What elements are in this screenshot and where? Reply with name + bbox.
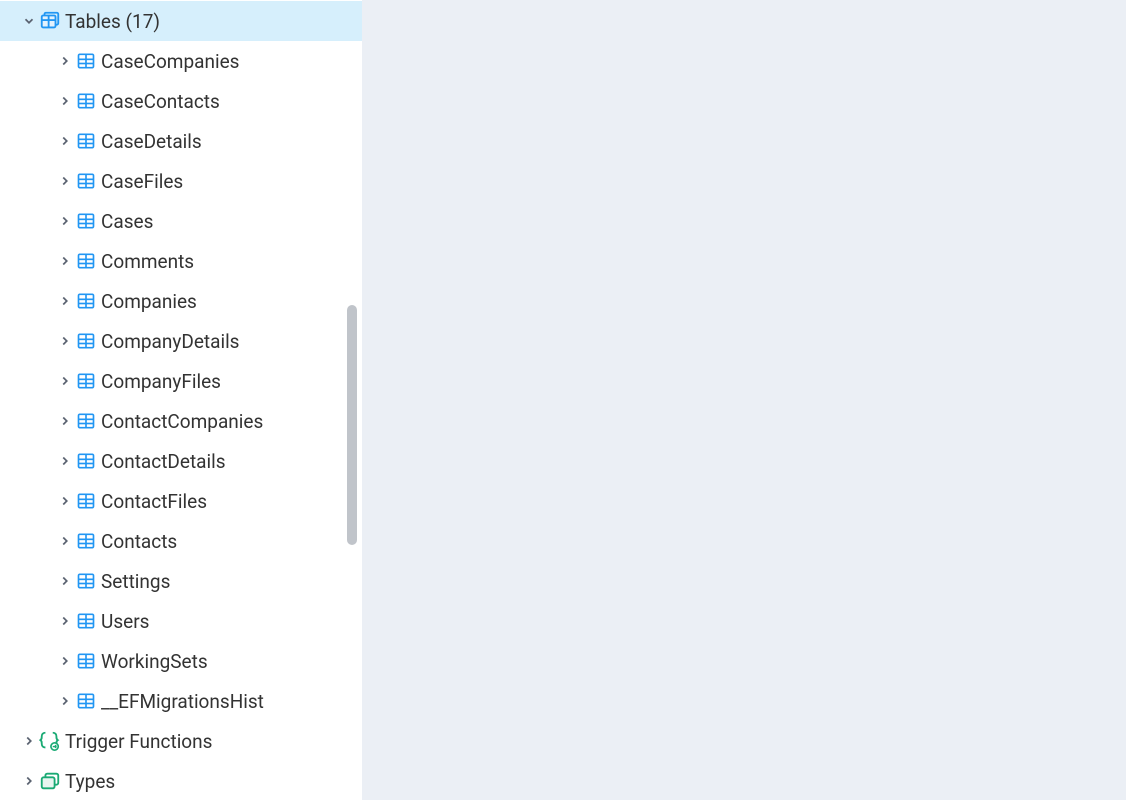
table-icon xyxy=(74,649,98,673)
tree-node-table[interactable]: ContactDetails xyxy=(0,441,362,481)
table-name: CaseCompanies xyxy=(101,50,239,73)
sidebar-scrollbar[interactable] xyxy=(345,0,359,800)
chevron-right-icon[interactable] xyxy=(56,492,74,510)
table-name: CompanyDetails xyxy=(101,330,240,353)
chevron-down-icon[interactable] xyxy=(20,12,38,30)
tree-node-table[interactable]: WorkingSets xyxy=(0,641,362,681)
table-icon xyxy=(74,409,98,433)
table-icon xyxy=(74,209,98,233)
tree-node-table[interactable]: Contacts xyxy=(0,521,362,561)
table-name: ContactFiles xyxy=(101,490,207,513)
table-icon xyxy=(74,329,98,353)
chevron-right-icon[interactable] xyxy=(56,212,74,230)
chevron-right-icon[interactable] xyxy=(56,372,74,390)
table-icon xyxy=(74,129,98,153)
table-name: CaseDetails xyxy=(101,130,202,153)
table-icon xyxy=(74,609,98,633)
tree-node-table[interactable]: CaseFiles xyxy=(0,161,362,201)
table-icon xyxy=(74,569,98,593)
chevron-right-icon[interactable] xyxy=(56,532,74,550)
tables-stack-icon xyxy=(38,9,62,33)
tree-node-table[interactable]: ContactFiles xyxy=(0,481,362,521)
table-name: CaseContacts xyxy=(101,90,220,113)
object-explorer-sidebar: Tables (17) CaseCompanies CaseContacts xyxy=(0,0,362,800)
chevron-right-icon[interactable] xyxy=(56,412,74,430)
table-icon xyxy=(74,169,98,193)
table-name: Companies xyxy=(101,290,197,313)
table-name: Cases xyxy=(101,210,153,233)
table-name: ContactDetails xyxy=(101,450,226,473)
tree-node-table[interactable]: Cases xyxy=(0,201,362,241)
table-icon xyxy=(74,49,98,73)
table-name: Comments xyxy=(101,250,194,273)
table-icon xyxy=(74,249,98,273)
chevron-right-icon[interactable] xyxy=(56,452,74,470)
table-name: Settings xyxy=(101,570,170,593)
table-name: Contacts xyxy=(101,530,177,553)
table-icon xyxy=(74,89,98,113)
chevron-right-icon[interactable] xyxy=(56,692,74,710)
chevron-right-icon[interactable] xyxy=(20,772,38,790)
chevron-right-icon[interactable] xyxy=(56,92,74,110)
tree-node-table[interactable]: Comments xyxy=(0,241,362,281)
chevron-right-icon[interactable] xyxy=(56,132,74,150)
app: Tables (17) CaseCompanies CaseContacts xyxy=(0,0,1126,800)
table-name: WorkingSets xyxy=(101,650,208,673)
trigger-functions-label: Trigger Functions xyxy=(65,730,212,753)
chevron-right-icon[interactable] xyxy=(20,732,38,750)
tree-node-table[interactable]: CaseDetails xyxy=(0,121,362,161)
tree-node-table[interactable]: __EFMigrationsHist xyxy=(0,681,362,721)
chevron-right-icon[interactable] xyxy=(56,612,74,630)
chevron-right-icon[interactable] xyxy=(56,572,74,590)
table-icon xyxy=(74,529,98,553)
table-icon xyxy=(74,369,98,393)
table-icon xyxy=(74,489,98,513)
tree-node-table[interactable]: ContactCompanies xyxy=(0,401,362,441)
tree-node-trigger-functions[interactable]: Trigger Functions xyxy=(0,721,362,761)
main-content-empty xyxy=(362,0,1126,800)
chevron-right-icon[interactable] xyxy=(56,252,74,270)
tree-node-table[interactable]: Settings xyxy=(0,561,362,601)
trigger-functions-icon xyxy=(38,729,62,753)
chevron-right-icon[interactable] xyxy=(56,172,74,190)
chevron-right-icon[interactable] xyxy=(56,332,74,350)
table-icon xyxy=(74,289,98,313)
tree-node-table[interactable]: CompanyFiles xyxy=(0,361,362,401)
tree-node-types[interactable]: Types xyxy=(0,761,362,800)
table-name: CompanyFiles xyxy=(101,370,221,393)
scrollbar-thumb[interactable] xyxy=(347,305,357,545)
tree-node-table[interactable]: CaseCompanies xyxy=(0,41,362,81)
table-name: ContactCompanies xyxy=(101,410,263,433)
object-tree: Tables (17) CaseCompanies CaseContacts xyxy=(0,0,362,800)
tables-folder-label: Tables (17) xyxy=(65,10,160,33)
table-name: Users xyxy=(101,610,149,633)
types-icon xyxy=(38,769,62,793)
chevron-right-icon[interactable] xyxy=(56,652,74,670)
chevron-right-icon[interactable] xyxy=(56,292,74,310)
tree-node-tables-folder[interactable]: Tables (17) xyxy=(0,1,362,41)
tree-node-table[interactable]: Users xyxy=(0,601,362,641)
chevron-right-icon[interactable] xyxy=(56,52,74,70)
tree-node-table[interactable]: CompanyDetails xyxy=(0,321,362,361)
table-icon xyxy=(74,689,98,713)
types-label: Types xyxy=(65,770,115,793)
tree-node-table[interactable]: CaseContacts xyxy=(0,81,362,121)
table-name: __EFMigrationsHist xyxy=(101,690,264,713)
table-name: CaseFiles xyxy=(101,170,183,193)
table-icon xyxy=(74,449,98,473)
tree-node-table[interactable]: Companies xyxy=(0,281,362,321)
